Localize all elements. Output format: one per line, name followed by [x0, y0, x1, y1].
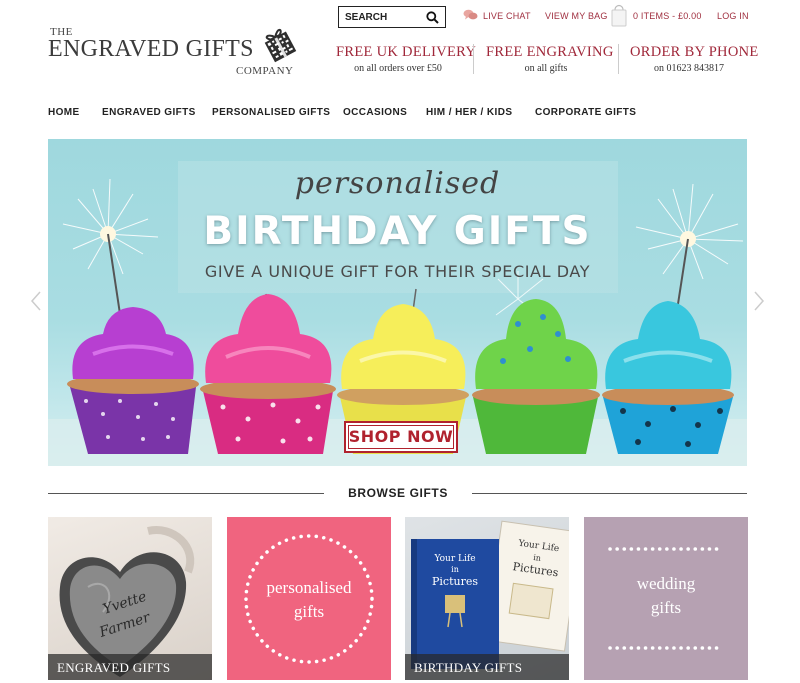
- usp-phone-title: ORDER BY PHONE: [630, 44, 759, 60]
- chevron-left-icon[interactable]: [30, 290, 42, 312]
- nav-item-home[interactable]: HOME: [48, 107, 80, 118]
- tile-caption: ENGRAVED GIFTS: [48, 654, 212, 680]
- tile-text-line-1: personalised: [266, 578, 352, 597]
- book-title-line-2: in: [533, 553, 542, 563]
- tile-text-line-1: wedding: [636, 574, 696, 593]
- usp-engraving-title: FREE ENGRAVING: [486, 44, 614, 60]
- nav-item-occasions[interactable]: OCCASIONS: [343, 107, 407, 118]
- logo-company: COMPANY: [236, 65, 294, 77]
- hero-kicker: personalised: [294, 166, 501, 201]
- hero-banner[interactable]: personalised BIRTHDAY GIFTS GIVE A UNIQU…: [48, 139, 747, 466]
- tile-personalised-gifts[interactable]: personalised gifts: [227, 517, 391, 680]
- login-link[interactable]: LOG IN: [717, 11, 749, 21]
- site-logo[interactable]: THE ENGRAVED GIFTS COMPANY: [48, 24, 306, 80]
- tile-wedding-gifts[interactable]: wedding gifts: [584, 517, 748, 680]
- usp-divider: [618, 44, 619, 74]
- chat-bubbles-icon[interactable]: [463, 9, 478, 21]
- tile-text-line-2: gifts: [650, 598, 682, 617]
- nav-item-corporate-gifts[interactable]: CORPORATE GIFTS: [535, 107, 636, 118]
- usp-delivery-title: FREE UK DELIVERY: [336, 44, 477, 60]
- tile-caption: BIRTHDAY GIFTS: [405, 654, 569, 680]
- tile-engraved-gifts[interactable]: Yvette Farmer ENGRAVED GIFTS: [48, 517, 212, 680]
- book-cover-title-line-2: in: [451, 565, 459, 574]
- view-bag-link[interactable]: VIEW MY BAG: [545, 11, 608, 21]
- hero-subtitle: GIVE A UNIQUE GIFT FOR THEIR SPECIAL DAY: [204, 262, 591, 281]
- divider-line: [48, 493, 324, 494]
- book-cover-title-line-1: Your Life: [433, 554, 475, 564]
- book-cover-title-line-3: Pictures: [432, 575, 478, 588]
- usp-delivery: FREE UK DELIVERY on all orders over £50: [336, 44, 477, 74]
- search-input[interactable]: [339, 7, 423, 27]
- live-chat-link[interactable]: LIVE CHAT: [483, 11, 531, 21]
- bag-summary[interactable]: 0 ITEMS - £0.00: [633, 11, 702, 21]
- nav-item-him-her-kids[interactable]: HIM / HER / KIDS: [426, 107, 512, 118]
- logo-wordmark: ENGRAVED GIFTS: [48, 36, 254, 62]
- tile-birthday-gifts[interactable]: Your Life in Pictures Your Life in Pictu…: [405, 517, 569, 680]
- browse-gifts-heading: BROWSE GIFTS: [348, 486, 448, 500]
- search-box[interactable]: [338, 6, 446, 28]
- divider-line: [472, 493, 747, 494]
- gift-box-logo-icon: [264, 28, 297, 63]
- shop-now-button[interactable]: SHOP NOW: [344, 421, 458, 453]
- usp-delivery-sub: on all orders over £50: [354, 63, 442, 74]
- usp-phone-sub: on 01623 843817: [654, 63, 724, 74]
- nav-item-engraved-gifts[interactable]: ENGRAVED GIFTS: [102, 107, 196, 118]
- hero-title: BIRTHDAY GIFTS: [203, 209, 592, 254]
- tile-text-line-2: gifts: [293, 602, 325, 621]
- chevron-right-icon[interactable]: [753, 290, 765, 312]
- nav-item-personalised-gifts[interactable]: PERSONALISED GIFTS: [212, 107, 330, 118]
- usp-engraving-sub: on all gifts: [524, 63, 568, 74]
- usp-engraving: FREE ENGRAVING on all gifts: [486, 44, 614, 74]
- shopping-bag-icon[interactable]: [610, 2, 628, 28]
- search-icon[interactable]: [426, 11, 439, 24]
- usp-divider: [473, 44, 474, 74]
- usp-phone: ORDER BY PHONE on 01623 843817: [630, 44, 759, 74]
